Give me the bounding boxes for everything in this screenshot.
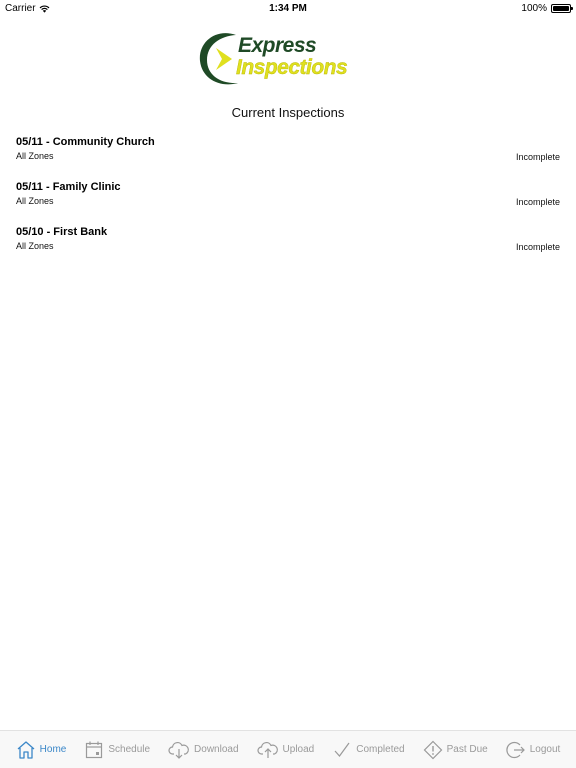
battery-percent: 100% [521,3,547,14]
battery-fill [553,6,569,11]
calendar-icon [86,741,103,758]
tab-label: Upload [282,744,315,755]
inspection-title: 05/10 - First Bank [16,226,108,238]
alert-diamond-icon [423,740,442,759]
inspection-status: Incomplete [515,152,560,162]
inspection-zones: All Zones [16,151,54,161]
status-bar: Carrier 1:34 PM 100% [0,0,576,18]
inspection-zones: All Zones [16,196,54,206]
express-inspections-logo: Express Inspections [196,30,368,88]
tab-upload[interactable]: Upload [248,731,324,768]
tab-past-due[interactable]: Past Due [414,731,497,768]
page-title: Current Inspections [231,105,345,120]
status-right: 100% [521,3,573,14]
inspection-title: 05/11 - Community Church [16,136,155,148]
home-icon [17,740,35,759]
tab-label: Logout [529,744,561,755]
list-item[interactable]: 05/11 - Community Church All Zones Incom… [0,134,576,179]
checkmark-icon [334,742,350,757]
tab-label: Past Due [446,744,488,755]
clock: 1:34 PM [269,3,307,14]
tab-logout[interactable]: Logout [497,731,570,768]
tab-label: Download [194,744,239,755]
list-item[interactable]: 05/11 - Family Clinic All Zones Incomple… [0,179,576,224]
inspection-title: 05/11 - Family Clinic [16,181,121,193]
tab-label: Schedule [108,744,151,755]
inspection-zones: All Zones [16,241,54,251]
logout-icon [506,741,525,758]
tab-completed[interactable]: Completed [323,731,413,768]
inspection-list: 05/11 - Community Church All Zones Incom… [0,134,576,269]
list-item[interactable]: 05/10 - First Bank All Zones Incomplete [0,224,576,269]
logo-text-inspections: Inspections [236,56,348,79]
inspection-status: Incomplete [515,197,560,207]
cloud-upload-icon [256,741,278,758]
inspection-status: Incomplete [515,242,560,252]
tab-label: Completed [356,744,405,755]
battery-icon [551,4,573,13]
cloud-download-icon [168,741,189,759]
tab-home[interactable]: Home [7,731,76,768]
tab-label: Home [39,744,67,755]
tab-bar: Home Schedule Download Upload Completed [0,730,576,768]
tab-schedule[interactable]: Schedule [75,731,159,768]
logo-text-express: Express [238,34,317,57]
tab-download[interactable]: Download [159,731,247,768]
